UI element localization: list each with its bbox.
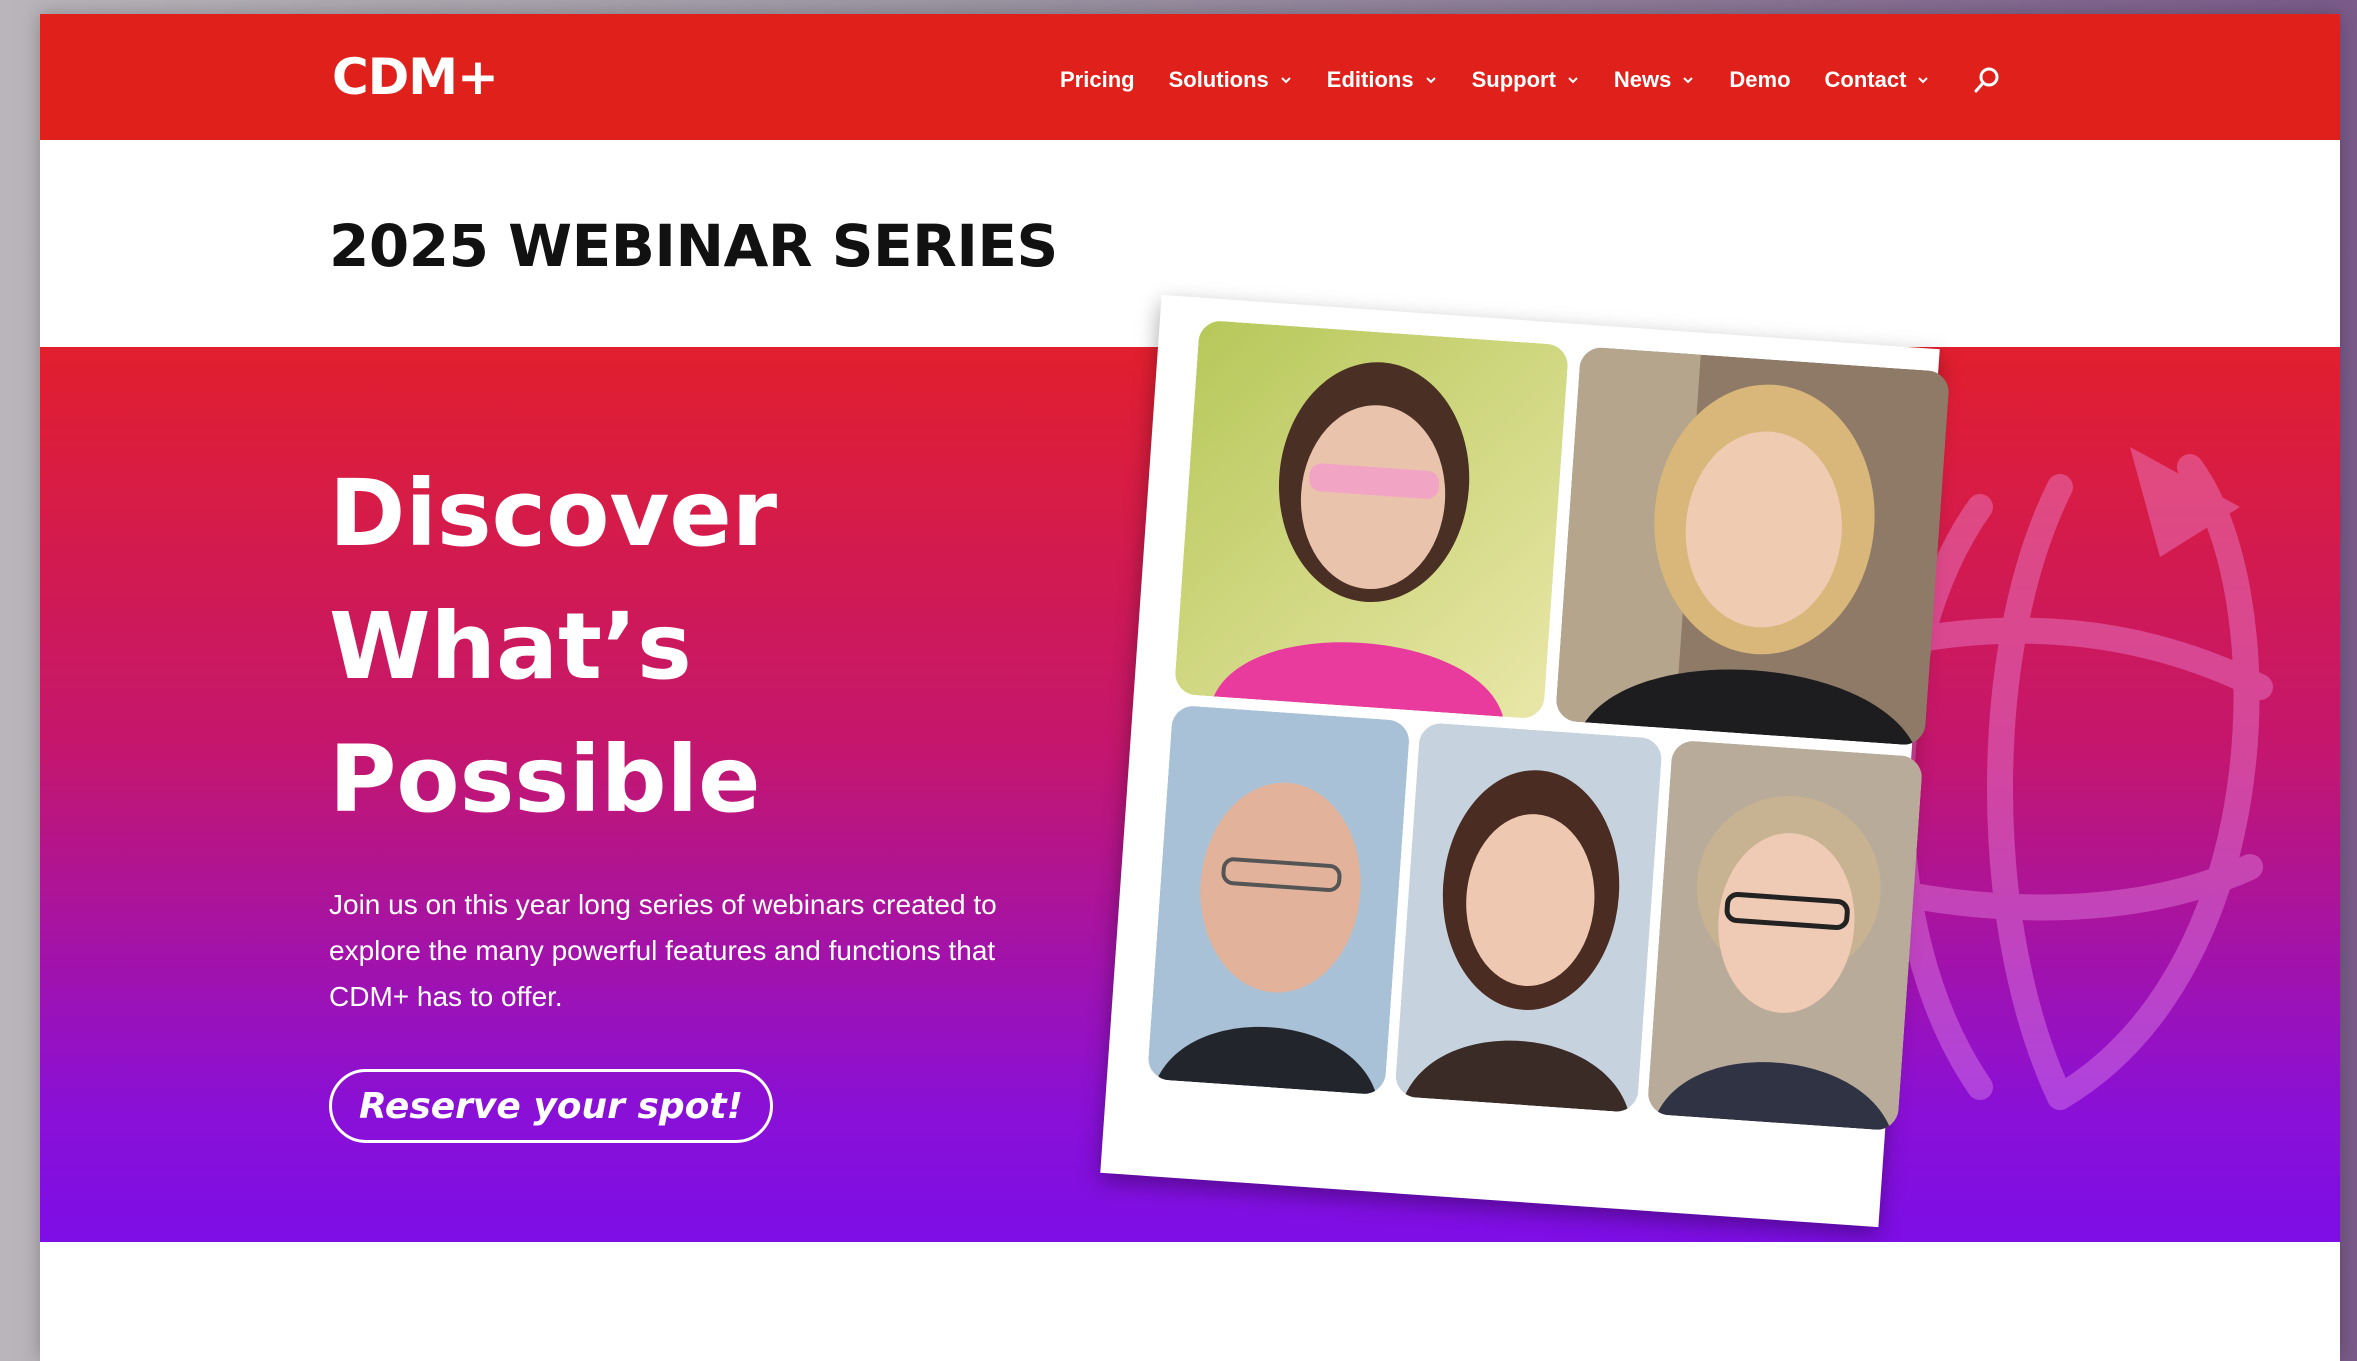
nav-item-pricing[interactable]: Pricing xyxy=(1060,67,1135,93)
chevron-down-icon xyxy=(1425,77,1436,84)
webpage: CDM+ Pricing Solutions Editions Support … xyxy=(40,14,2340,1361)
nav-item-news[interactable]: News xyxy=(1614,67,1695,93)
nav-item-label: Editions xyxy=(1326,67,1414,92)
chevron-down-icon xyxy=(1918,77,1929,84)
nav-item-label: News xyxy=(1613,67,1672,92)
presenter-photo-collage xyxy=(1100,294,1951,1228)
cdm-logo[interactable]: CDM+ xyxy=(332,48,499,106)
nav-item-label: Pricing xyxy=(1060,67,1135,92)
presenter-photo-3 xyxy=(1146,704,1411,1096)
presenter-photo-4 xyxy=(1394,721,1663,1114)
page-title: 2025 WEBINAR SERIES xyxy=(329,212,1058,280)
content-area-below-hero xyxy=(40,1242,2340,1361)
nav-item-contact[interactable]: Contact xyxy=(1825,67,1931,93)
search-icon[interactable] xyxy=(1972,65,2002,95)
chevron-down-icon xyxy=(1281,77,1291,84)
nav-item-label: Solutions xyxy=(1168,67,1269,92)
chevron-down-icon xyxy=(1568,77,1578,84)
nav-item-demo[interactable]: Demo xyxy=(1729,67,1790,93)
reserve-spot-button[interactable]: Reserve your spot! xyxy=(329,1069,773,1143)
hero-heading: Discover What’s Possible xyxy=(329,447,1029,846)
presenter-photo-5 xyxy=(1646,739,1924,1132)
nav-item-editions[interactable]: Editions xyxy=(1327,67,1438,93)
hero-heading-line-1: Discover xyxy=(329,460,778,567)
main-menu: Pricing Solutions Editions Support News … xyxy=(1060,62,2002,98)
nav-item-label: Demo xyxy=(1729,67,1791,92)
nav-item-support[interactable]: Support xyxy=(1472,67,1580,93)
presenter-photo-1 xyxy=(1173,319,1570,720)
hero-heading-line-3: Possible xyxy=(329,726,761,833)
nav-item-label: Contact xyxy=(1824,67,1907,92)
hero-description: Join us on this year long series of webi… xyxy=(329,889,997,1012)
hero-heading-line-2: What’s xyxy=(329,593,692,700)
nav-item-label: Support xyxy=(1471,67,1556,92)
chevron-down-icon xyxy=(1683,77,1694,84)
presenter-photo-2 xyxy=(1554,346,1951,747)
nav-item-solutions[interactable]: Solutions xyxy=(1169,67,1293,93)
top-navigation-bar: CDM+ Pricing Solutions Editions Support … xyxy=(40,14,2340,140)
